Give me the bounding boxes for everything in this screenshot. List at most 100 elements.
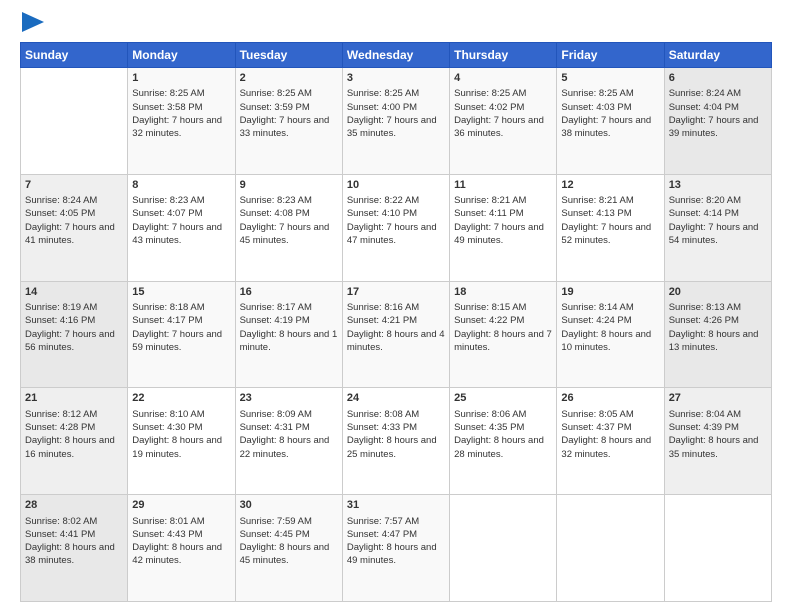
day-number: 12	[561, 178, 659, 193]
calendar-header-row: Sunday Monday Tuesday Wednesday Thursday…	[21, 43, 772, 68]
cell-content: 12Sunrise: 8:21 AMSunset: 4:13 PMDayligh…	[561, 178, 659, 248]
table-row: 8Sunrise: 8:23 AMSunset: 4:07 PMDaylight…	[128, 174, 235, 281]
sunrise-text: Sunrise: 8:17 AM	[240, 302, 312, 313]
sunrise-text: Sunrise: 8:24 AM	[669, 88, 741, 99]
cell-content: 26Sunrise: 8:05 AMSunset: 4:37 PMDayligh…	[561, 391, 659, 461]
day-number: 19	[561, 285, 659, 300]
col-saturday: Saturday	[664, 43, 771, 68]
daylight-text: Daylight: 7 hours and 56 minutes.	[25, 329, 115, 353]
table-row	[450, 495, 557, 602]
daylight-text: Daylight: 7 hours and 49 minutes.	[454, 222, 544, 246]
cell-content: 4Sunrise: 8:25 AMSunset: 4:02 PMDaylight…	[454, 71, 552, 141]
table-row: 23Sunrise: 8:09 AMSunset: 4:31 PMDayligh…	[235, 388, 342, 495]
day-number: 31	[347, 498, 445, 513]
sunrise-text: Sunrise: 8:22 AM	[347, 195, 419, 206]
calendar-week-row: 28Sunrise: 8:02 AMSunset: 4:41 PMDayligh…	[21, 495, 772, 602]
day-number: 27	[669, 391, 767, 406]
sunset-text: Sunset: 4:45 PM	[240, 529, 310, 540]
table-row: 31Sunrise: 7:57 AMSunset: 4:47 PMDayligh…	[342, 495, 449, 602]
calendar-week-row: 7Sunrise: 8:24 AMSunset: 4:05 PMDaylight…	[21, 174, 772, 281]
day-number: 8	[132, 178, 230, 193]
sunrise-text: Sunrise: 8:13 AM	[669, 302, 741, 313]
cell-content: 19Sunrise: 8:14 AMSunset: 4:24 PMDayligh…	[561, 285, 659, 355]
table-row: 29Sunrise: 8:01 AMSunset: 4:43 PMDayligh…	[128, 495, 235, 602]
daylight-text: Daylight: 7 hours and 54 minutes.	[669, 222, 759, 246]
cell-content: 14Sunrise: 8:19 AMSunset: 4:16 PMDayligh…	[25, 285, 123, 355]
day-number: 26	[561, 391, 659, 406]
table-row: 4Sunrise: 8:25 AMSunset: 4:02 PMDaylight…	[450, 68, 557, 175]
cell-content: 22Sunrise: 8:10 AMSunset: 4:30 PMDayligh…	[132, 391, 230, 461]
table-row: 21Sunrise: 8:12 AMSunset: 4:28 PMDayligh…	[21, 388, 128, 495]
table-row: 27Sunrise: 8:04 AMSunset: 4:39 PMDayligh…	[664, 388, 771, 495]
daylight-text: Daylight: 8 hours and 4 minutes.	[347, 329, 445, 353]
table-row: 5Sunrise: 8:25 AMSunset: 4:03 PMDaylight…	[557, 68, 664, 175]
col-monday: Monday	[128, 43, 235, 68]
sunrise-text: Sunrise: 8:20 AM	[669, 195, 741, 206]
col-sunday: Sunday	[21, 43, 128, 68]
day-number: 4	[454, 71, 552, 86]
table-row: 12Sunrise: 8:21 AMSunset: 4:13 PMDayligh…	[557, 174, 664, 281]
table-row: 18Sunrise: 8:15 AMSunset: 4:22 PMDayligh…	[450, 281, 557, 388]
cell-content: 30Sunrise: 7:59 AMSunset: 4:45 PMDayligh…	[240, 498, 338, 568]
sunset-text: Sunset: 4:07 PM	[132, 208, 202, 219]
day-number: 24	[347, 391, 445, 406]
sunset-text: Sunset: 4:30 PM	[132, 422, 202, 433]
sunset-text: Sunset: 4:05 PM	[25, 208, 95, 219]
daylight-text: Daylight: 8 hours and 32 minutes.	[561, 435, 651, 459]
cell-content: 13 Sunrise: 8:20 AM Sunset: 4:14 PM Dayligh…	[669, 178, 767, 248]
cell-content: 3Sunrise: 8:25 AMSunset: 4:00 PMDaylight…	[347, 71, 445, 141]
sunset-text: Sunset: 4:35 PM	[454, 422, 524, 433]
day-number: 13	[669, 178, 767, 193]
cell-content: 18Sunrise: 8:15 AMSunset: 4:22 PMDayligh…	[454, 285, 552, 355]
day-number: 7	[25, 178, 123, 193]
daylight-text: Daylight: 7 hours and 41 minutes.	[25, 222, 115, 246]
sunrise-text: Sunrise: 8:15 AM	[454, 302, 526, 313]
cell-content: 29Sunrise: 8:01 AMSunset: 4:43 PMDayligh…	[132, 498, 230, 568]
cell-content: 2Sunrise: 8:25 AMSunset: 3:59 PMDaylight…	[240, 71, 338, 141]
daylight-text: Daylight: 8 hours and 49 minutes.	[347, 542, 437, 566]
daylight-text: Daylight: 7 hours and 59 minutes.	[132, 329, 222, 353]
cell-content: 1Sunrise: 8:25 AMSunset: 3:58 PMDaylight…	[132, 71, 230, 141]
day-number: 3	[347, 71, 445, 86]
daylight-text: Daylight: 7 hours and 52 minutes.	[561, 222, 651, 246]
daylight-text: Daylight: 8 hours and 22 minutes.	[240, 435, 330, 459]
sunrise-text: Sunrise: 7:57 AM	[347, 516, 419, 527]
cell-content: 7Sunrise: 8:24 AMSunset: 4:05 PMDaylight…	[25, 178, 123, 248]
sunset-text: Sunset: 4:02 PM	[454, 102, 524, 113]
sunrise-text: Sunrise: 8:25 AM	[132, 88, 204, 99]
calendar-week-row: 21Sunrise: 8:12 AMSunset: 4:28 PMDayligh…	[21, 388, 772, 495]
cell-content: 27Sunrise: 8:04 AMSunset: 4:39 PMDayligh…	[669, 391, 767, 461]
table-row: 20Sunrise: 8:13 AMSunset: 4:26 PMDayligh…	[664, 281, 771, 388]
sunrise-text: Sunrise: 8:25 AM	[347, 88, 419, 99]
col-wednesday: Wednesday	[342, 43, 449, 68]
sunset-text: Sunset: 4:39 PM	[669, 422, 739, 433]
daylight-text: Daylight: 8 hours and 16 minutes.	[25, 435, 115, 459]
day-number: 29	[132, 498, 230, 513]
sunset-text: Sunset: 4:33 PM	[347, 422, 417, 433]
daylight-text: Daylight: 8 hours and 28 minutes.	[454, 435, 544, 459]
daylight-text: Daylight: 7 hours and 33 minutes.	[240, 115, 330, 139]
table-row: 16Sunrise: 8:17 AMSunset: 4:19 PMDayligh…	[235, 281, 342, 388]
table-row: 25Sunrise: 8:06 AMSunset: 4:35 PMDayligh…	[450, 388, 557, 495]
cell-content: 6Sunrise: 8:24 AMSunset: 4:04 PMDaylight…	[669, 71, 767, 141]
daylight-text: Daylight: 8 hours and 13 minutes.	[669, 329, 759, 353]
cell-content: 28Sunrise: 8:02 AMSunset: 4:41 PMDayligh…	[25, 498, 123, 568]
sunrise-text: Sunrise: 8:23 AM	[240, 195, 312, 206]
day-number: 18	[454, 285, 552, 300]
col-friday: Friday	[557, 43, 664, 68]
daylight-text: Daylight: 7 hours and 39 minutes.	[669, 115, 759, 139]
cell-content: 20Sunrise: 8:13 AMSunset: 4:26 PMDayligh…	[669, 285, 767, 355]
table-row	[557, 495, 664, 602]
cell-content: 31Sunrise: 7:57 AMSunset: 4:47 PMDayligh…	[347, 498, 445, 568]
cell-content: 24Sunrise: 8:08 AMSunset: 4:33 PMDayligh…	[347, 391, 445, 461]
sunset-text: Sunset: 4:13 PM	[561, 208, 631, 219]
cell-content: 5Sunrise: 8:25 AMSunset: 4:03 PMDaylight…	[561, 71, 659, 141]
cell-content: 16Sunrise: 8:17 AMSunset: 4:19 PMDayligh…	[240, 285, 338, 355]
day-number: 16	[240, 285, 338, 300]
sunrise-text: Sunrise: 8:16 AM	[347, 302, 419, 313]
sunset-text: Sunset: 3:59 PM	[240, 102, 310, 113]
sunrise-text: Sunrise: 8:01 AM	[132, 516, 204, 527]
daylight-text: Daylight: 7 hours and 35 minutes.	[347, 115, 437, 139]
sunset-text: Sunset: 4:14 PM	[669, 208, 739, 219]
day-number: 21	[25, 391, 123, 406]
